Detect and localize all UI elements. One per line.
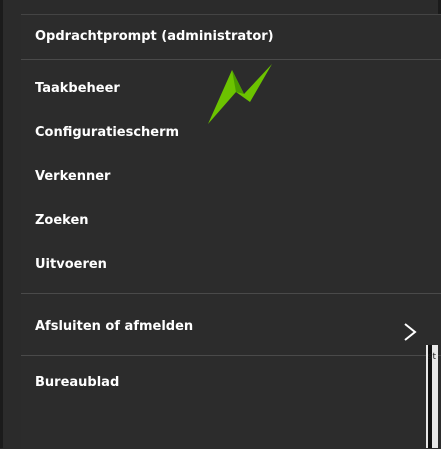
background-window-text: st bbox=[427, 352, 436, 362]
menu-item-label: Configuratiescherm bbox=[35, 125, 180, 140]
menu-separator bbox=[21, 293, 441, 294]
menu-item-label: Verkenner bbox=[35, 169, 111, 184]
menu-item-desktop[interactable]: Bureaublad bbox=[21, 361, 441, 405]
menu-item-run[interactable]: Uitvoeren bbox=[21, 243, 441, 287]
menu-item-label: Taakbeheer bbox=[35, 81, 120, 96]
menu-separator bbox=[21, 355, 441, 356]
menu-item-shutdown-signout[interactable]: Afsluiten of afmelden bbox=[21, 305, 441, 349]
menu-item-search[interactable]: Zoeken bbox=[21, 199, 441, 243]
menu-item-command-prompt-admin[interactable]: Opdrachtprompt (administrator) bbox=[21, 15, 441, 59]
green-arrow-logo-icon bbox=[206, 62, 276, 126]
menu-item-label: Zoeken bbox=[35, 213, 89, 228]
context-menu-window: Opdrachtprompt (administrator) Taakbehee… bbox=[0, 0, 441, 449]
menu-separator bbox=[21, 59, 441, 60]
winx-menu: Opdrachtprompt (administrator) Taakbehee… bbox=[21, 14, 441, 449]
menu-item-label: Uitvoeren bbox=[35, 257, 107, 272]
menu-item-label: Bureaublad bbox=[35, 375, 120, 390]
chevron-right-icon bbox=[403, 317, 417, 341]
menu-item-label: Afsluiten of afmelden bbox=[35, 319, 194, 334]
menu-item-file-explorer[interactable]: Verkenner bbox=[21, 155, 441, 199]
menu-item-label: Opdrachtprompt (administrator) bbox=[35, 29, 274, 44]
